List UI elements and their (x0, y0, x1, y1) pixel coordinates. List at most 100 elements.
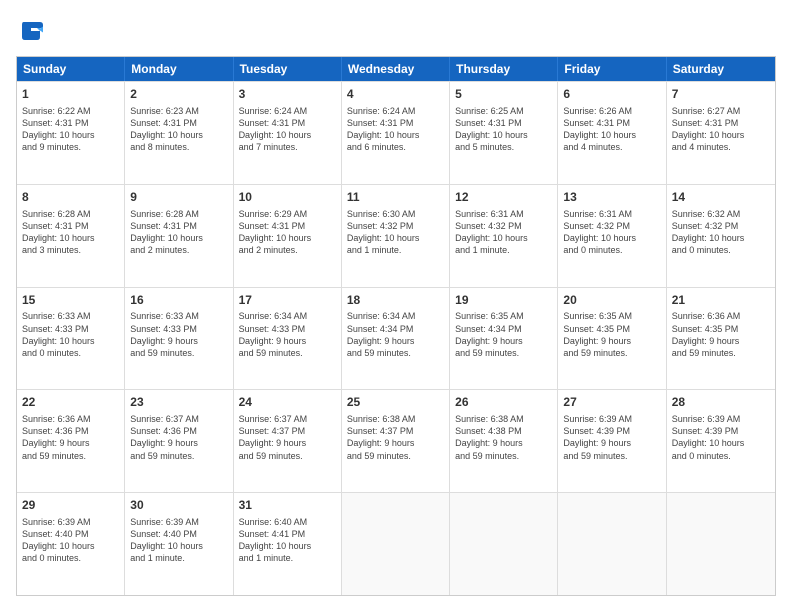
calendar-cell: 18Sunrise: 6:34 AM Sunset: 4:34 PM Dayli… (342, 288, 450, 390)
calendar-cell: 30 Sunrise: 6:39 AM Sunset: 4:40 PM Dayli… (125, 493, 233, 595)
cell-sun-info: Sunrise: 6:38 AM Sunset: 4:38 PM Dayligh… (455, 413, 552, 462)
day-header-wednesday: Wednesday (342, 57, 450, 81)
day-number: 27 (563, 394, 660, 411)
day-number: 4 (347, 86, 444, 103)
calendar-cell: 27Sunrise: 6:39 AM Sunset: 4:39 PM Dayli… (558, 390, 666, 492)
calendar-cell: 28 Sunrise: 6:39 AM Sunset: 4:39 PM Dayli… (667, 390, 775, 492)
day-number: 2 (130, 86, 227, 103)
calendar-cell: 29 Sunrise: 6:39 AM Sunset: 4:40 PM Dayli… (17, 493, 125, 595)
calendar-cell (450, 493, 558, 595)
day-number: 17 (239, 292, 336, 309)
day-number: 7 (672, 86, 770, 103)
cell-sun-info: Sunrise: 6:39 AM Sunset: 4:40 PM Dayligh… (130, 516, 227, 565)
day-number: 18 (347, 292, 444, 309)
cell-sun-info: Sunrise: 6:31 AM Sunset: 4:32 PM Dayligh… (455, 208, 552, 257)
day-number: 23 (130, 394, 227, 411)
calendar-cell: 31 Sunrise: 6:40 AM Sunset: 4:41 PM Dayli… (234, 493, 342, 595)
day-header-saturday: Saturday (667, 57, 775, 81)
calendar-header: SundayMondayTuesdayWednesdayThursdayFrid… (17, 57, 775, 81)
cell-sun-info: Sunrise: 6:29 AM Sunset: 4:31 PM Dayligh… (239, 208, 336, 257)
calendar-cell: 15Sunrise: 6:33 AM Sunset: 4:33 PM Dayli… (17, 288, 125, 390)
cell-sun-info: Sunrise: 6:27 AM Sunset: 4:31 PM Dayligh… (672, 105, 770, 154)
calendar-cell: 3Sunrise: 6:24 AM Sunset: 4:31 PM Daylig… (234, 82, 342, 184)
calendar-cell: 11 Sunrise: 6:30 AM Sunset: 4:32 PM Dayli… (342, 185, 450, 287)
day-number: 10 (239, 189, 336, 206)
day-number: 14 (672, 189, 770, 206)
cell-sun-info: Sunrise: 6:30 AM Sunset: 4:32 PM Dayligh… (347, 208, 444, 257)
calendar-row: 1 Sunrise: 6:22 AM Sunset: 4:31 PM Daylig… (17, 81, 775, 184)
day-header-friday: Friday (558, 57, 666, 81)
cell-sun-info: Sunrise: 6:37 AM Sunset: 4:37 PM Dayligh… (239, 413, 336, 462)
cell-sun-info: Sunrise: 6:22 AM Sunset: 4:31 PM Dayligh… (22, 105, 119, 154)
calendar-row: 15Sunrise: 6:33 AM Sunset: 4:33 PM Dayli… (17, 287, 775, 390)
cell-sun-info: Sunrise: 6:25 AM Sunset: 4:31 PM Dayligh… (455, 105, 552, 154)
day-number: 19 (455, 292, 552, 309)
day-number: 28 (672, 394, 770, 411)
logo-icon (16, 16, 46, 46)
calendar-cell: 19Sunrise: 6:35 AM Sunset: 4:34 PM Dayli… (450, 288, 558, 390)
calendar-cell: 9 Sunrise: 6:28 AM Sunset: 4:31 PM Daylig… (125, 185, 233, 287)
day-number: 20 (563, 292, 660, 309)
calendar-cell: 21Sunrise: 6:36 AM Sunset: 4:35 PM Dayli… (667, 288, 775, 390)
calendar-cell: 12 Sunrise: 6:31 AM Sunset: 4:32 PM Dayli… (450, 185, 558, 287)
calendar-cell: 20Sunrise: 6:35 AM Sunset: 4:35 PM Dayli… (558, 288, 666, 390)
cell-sun-info: Sunrise: 6:28 AM Sunset: 4:31 PM Dayligh… (22, 208, 119, 257)
day-number: 24 (239, 394, 336, 411)
cell-sun-info: Sunrise: 6:36 AM Sunset: 4:36 PM Dayligh… (22, 413, 119, 462)
cell-sun-info: Sunrise: 6:40 AM Sunset: 4:41 PM Dayligh… (239, 516, 336, 565)
calendar-cell: 2 Sunrise: 6:23 AM Sunset: 4:31 PM Daylig… (125, 82, 233, 184)
calendar-cell: 5 Sunrise: 6:25 AM Sunset: 4:31 PM Daylig… (450, 82, 558, 184)
cell-sun-info: Sunrise: 6:33 AM Sunset: 4:33 PM Dayligh… (22, 310, 119, 359)
calendar-cell: 17Sunrise: 6:34 AM Sunset: 4:33 PM Dayli… (234, 288, 342, 390)
cell-sun-info: Sunrise: 6:38 AM Sunset: 4:37 PM Dayligh… (347, 413, 444, 462)
calendar-cell: 22 Sunrise: 6:36 AM Sunset: 4:36 PM Dayli… (17, 390, 125, 492)
day-number: 5 (455, 86, 552, 103)
day-number: 6 (563, 86, 660, 103)
cell-sun-info: Sunrise: 6:35 AM Sunset: 4:35 PM Dayligh… (563, 310, 660, 359)
cell-sun-info: Sunrise: 6:39 AM Sunset: 4:39 PM Dayligh… (672, 413, 770, 462)
day-number: 30 (130, 497, 227, 514)
calendar-cell: 10 Sunrise: 6:29 AM Sunset: 4:31 PM Dayli… (234, 185, 342, 287)
calendar-cell: 24 Sunrise: 6:37 AM Sunset: 4:37 PM Dayli… (234, 390, 342, 492)
day-number: 31 (239, 497, 336, 514)
day-number: 13 (563, 189, 660, 206)
calendar-cell (342, 493, 450, 595)
cell-sun-info: Sunrise: 6:23 AM Sunset: 4:31 PM Dayligh… (130, 105, 227, 154)
calendar-cell: 8 Sunrise: 6:28 AM Sunset: 4:31 PM Daylig… (17, 185, 125, 287)
day-number: 21 (672, 292, 770, 309)
calendar-cell: 14 Sunrise: 6:32 AM Sunset: 4:32 PM Dayli… (667, 185, 775, 287)
cell-sun-info: Sunrise: 6:35 AM Sunset: 4:34 PM Dayligh… (455, 310, 552, 359)
day-header-thursday: Thursday (450, 57, 558, 81)
cell-sun-info: Sunrise: 6:28 AM Sunset: 4:31 PM Dayligh… (130, 208, 227, 257)
cell-sun-info: Sunrise: 6:37 AM Sunset: 4:36 PM Dayligh… (130, 413, 227, 462)
cell-sun-info: Sunrise: 6:39 AM Sunset: 4:40 PM Dayligh… (22, 516, 119, 565)
header (16, 16, 776, 46)
calendar-cell: 1 Sunrise: 6:22 AM Sunset: 4:31 PM Daylig… (17, 82, 125, 184)
cell-sun-info: Sunrise: 6:32 AM Sunset: 4:32 PM Dayligh… (672, 208, 770, 257)
calendar-cell: 7 Sunrise: 6:27 AM Sunset: 4:31 PM Daylig… (667, 82, 775, 184)
day-number: 1 (22, 86, 119, 103)
day-number: 22 (22, 394, 119, 411)
day-header-sunday: Sunday (17, 57, 125, 81)
day-number: 29 (22, 497, 119, 514)
day-number: 16 (130, 292, 227, 309)
calendar-cell: 16Sunrise: 6:33 AM Sunset: 4:33 PM Dayli… (125, 288, 233, 390)
calendar-body: 1 Sunrise: 6:22 AM Sunset: 4:31 PM Daylig… (17, 81, 775, 595)
day-number: 12 (455, 189, 552, 206)
calendar-cell (558, 493, 666, 595)
calendar-row: 29 Sunrise: 6:39 AM Sunset: 4:40 PM Dayli… (17, 492, 775, 595)
cell-sun-info: Sunrise: 6:34 AM Sunset: 4:33 PM Dayligh… (239, 310, 336, 359)
day-number: 9 (130, 189, 227, 206)
calendar-cell: 25Sunrise: 6:38 AM Sunset: 4:37 PM Dayli… (342, 390, 450, 492)
day-number: 8 (22, 189, 119, 206)
cell-sun-info: Sunrise: 6:34 AM Sunset: 4:34 PM Dayligh… (347, 310, 444, 359)
calendar-cell (667, 493, 775, 595)
calendar-cell: 23 Sunrise: 6:37 AM Sunset: 4:36 PM Dayli… (125, 390, 233, 492)
calendar: SundayMondayTuesdayWednesdayThursdayFrid… (16, 56, 776, 596)
page: SundayMondayTuesdayWednesdayThursdayFrid… (0, 0, 792, 612)
cell-sun-info: Sunrise: 6:31 AM Sunset: 4:32 PM Dayligh… (563, 208, 660, 257)
calendar-cell: 26Sunrise: 6:38 AM Sunset: 4:38 PM Dayli… (450, 390, 558, 492)
day-header-tuesday: Tuesday (234, 57, 342, 81)
calendar-cell: 6Sunrise: 6:26 AM Sunset: 4:31 PM Daylig… (558, 82, 666, 184)
day-number: 11 (347, 189, 444, 206)
